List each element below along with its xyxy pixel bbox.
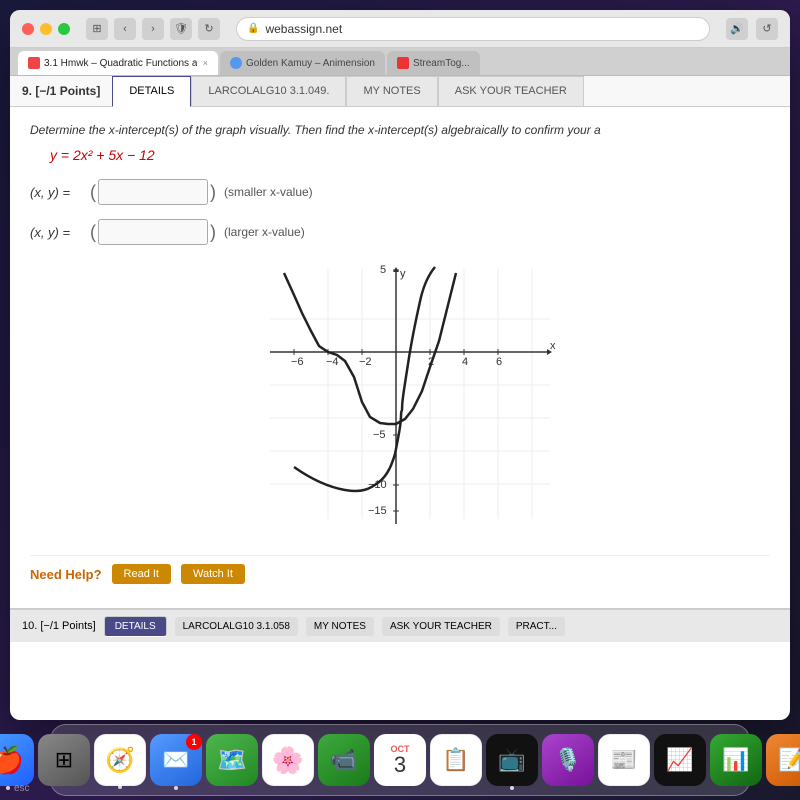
forward-button[interactable]: ›	[142, 18, 164, 40]
calendar-icon: OCT 3	[374, 734, 426, 786]
reload-button[interactable]: ↺	[756, 18, 778, 40]
back-button[interactable]: ‹	[114, 18, 136, 40]
answer-label-2: (x, y) =	[30, 225, 90, 240]
svg-text:−15: −15	[368, 505, 387, 517]
answer-desc-smaller: (smaller x-value)	[224, 185, 313, 199]
browser-controls: ⊞ ‹ › 🛡 ↻	[86, 18, 220, 40]
equation-display: y = 2x² + 5x − 12	[50, 147, 770, 163]
desktop: ⊞ ‹ › 🛡 ↻ 🔒 webassign.net 🔊 ↺ 3.1 Hmwk –…	[0, 0, 800, 800]
address-bar[interactable]: 🔒 webassign.net	[236, 17, 710, 41]
dock-calendar[interactable]: OCT 3	[374, 734, 426, 786]
next-question-label: 10. [−/1 Points]	[22, 620, 96, 632]
dock-tv-dot	[510, 786, 514, 790]
audio-button[interactable]: 🔊	[726, 18, 748, 40]
next-tab-code[interactable]: LARCOLALG10 3.1.058	[175, 617, 298, 636]
dock-finder[interactable]: 🍎	[0, 734, 34, 786]
dock-news[interactable]: 📰	[598, 734, 650, 786]
next-tab-ask[interactable]: ASK YOUR TEACHER	[382, 617, 500, 636]
tab-close-webassign[interactable]: ×	[203, 58, 208, 68]
lock-icon: 🔒	[247, 23, 259, 34]
graph-container: −6 −4 −2 2 4	[30, 259, 770, 539]
minimize-button[interactable]	[40, 23, 52, 35]
maximize-button[interactable]	[58, 23, 70, 35]
tab-streamtog[interactable]: StreamTog...	[387, 51, 480, 75]
dock-mail[interactable]: ✉️ 1	[150, 734, 202, 786]
answer-label-1: (x, y) =	[30, 185, 90, 200]
tab-details[interactable]: DETAILS	[112, 76, 191, 107]
tab-course-code[interactable]: LARCOLALG10 3.1.049.	[191, 76, 346, 106]
tab-golden-kamuy[interactable]: Golden Kamuy – Animension	[220, 51, 385, 75]
dock-launchpad[interactable]: ⊞	[38, 734, 90, 786]
refresh-button[interactable]: ↻	[198, 18, 220, 40]
svg-text:−5: −5	[373, 429, 386, 441]
svg-text:−4: −4	[326, 356, 339, 368]
dock-facetime[interactable]: 📹	[318, 734, 370, 786]
close-paren-1: )	[210, 182, 216, 203]
wa-nav: 9. [−/1 Points] DETAILS LARCOLALG10 3.1.…	[10, 76, 790, 107]
next-tab-my-notes[interactable]: MY NOTES	[306, 617, 374, 636]
x-axis-label: x	[550, 340, 556, 352]
answer-input-smaller[interactable]	[98, 179, 208, 205]
traffic-lights	[22, 23, 70, 35]
svg-text:−2: −2	[359, 356, 372, 368]
dock-stocks[interactable]: 📈	[654, 734, 706, 786]
open-paren-2: (	[90, 222, 96, 243]
answer-desc-larger: (larger x-value)	[224, 225, 305, 239]
dock-photos[interactable]: 🌸	[262, 734, 314, 786]
shield-icon: 🛡	[170, 18, 192, 40]
dock-mail-dot	[174, 786, 178, 790]
parabola-graph: −6 −4 −2 2 4	[240, 259, 560, 539]
svg-text:−10: −10	[368, 479, 387, 491]
open-paren-1: (	[90, 182, 96, 203]
question-instruction: Determine the x-intercept(s) of the grap…	[30, 123, 770, 137]
dock-numbers[interactable]: 📊	[710, 734, 762, 786]
answer-input-larger[interactable]	[98, 219, 208, 245]
next-tab-practice[interactable]: PRACT...	[508, 617, 565, 636]
address-text: webassign.net	[265, 22, 342, 36]
mail-badge: 1	[186, 734, 202, 750]
tab-label-webassign: 3.1 Hmwk – Quadratic Functions and Mode.…	[44, 58, 197, 69]
tab-label-kamuy: Golden Kamuy – Animension	[246, 58, 375, 69]
dock-finder-dot	[6, 786, 10, 790]
content-area: 9. [−/1 Points] DETAILS LARCOLALG10 3.1.…	[10, 76, 790, 668]
close-button[interactable]	[22, 23, 34, 35]
window-manager-button[interactable]: ⊞	[86, 18, 108, 40]
next-tab-details[interactable]: DETAILS	[104, 616, 167, 637]
browser-window: ⊞ ‹ › 🛡 ↻ 🔒 webassign.net 🔊 ↺ 3.1 Hmwk –…	[10, 10, 790, 720]
tab-favicon-stream	[397, 57, 409, 69]
dock-reminders[interactable]: 📋	[430, 734, 482, 786]
read-it-button[interactable]: Read It	[112, 564, 171, 584]
esc-label: esc	[14, 783, 30, 794]
need-help-section: Need Help? Read It Watch It	[30, 555, 770, 592]
dock-podcasts[interactable]: 🎙️	[542, 734, 594, 786]
svg-text:6: 6	[496, 356, 502, 368]
y-axis-label: y	[400, 268, 406, 280]
close-paren-2: )	[210, 222, 216, 243]
dock-appletv[interactable]: 📺	[486, 734, 538, 786]
question-area: Determine the x-intercept(s) of the grap…	[10, 107, 790, 608]
question-number: 9. [−/1 Points]	[10, 76, 112, 106]
dock-safari-dot	[118, 785, 122, 789]
need-help-label: Need Help?	[30, 567, 102, 582]
next-question-strip: 10. [−/1 Points] DETAILS LARCOLALG10 3.1…	[10, 608, 790, 642]
dock-safari[interactable]: 🧭	[94, 734, 146, 786]
answer-row-larger: (x, y) = ( ) (larger x-value)	[30, 219, 770, 245]
tab-ask-teacher[interactable]: ASK YOUR TEACHER	[438, 76, 584, 106]
tab-label-stream: StreamTog...	[413, 58, 470, 69]
tab-webassign[interactable]: 3.1 Hmwk – Quadratic Functions and Mode.…	[18, 51, 218, 75]
dock-pages[interactable]: 📝	[766, 734, 800, 786]
browser-chrome: ⊞ ‹ › 🛡 ↻ 🔒 webassign.net 🔊 ↺	[10, 10, 790, 48]
dock-maps[interactable]: 🗺️	[206, 734, 258, 786]
dock: 🍎 ⊞ 🧭 ✉️ 1 🗺️ 🌸 📹	[50, 724, 750, 796]
watch-it-button[interactable]: Watch It	[181, 564, 245, 584]
svg-text:5: 5	[380, 264, 386, 276]
tab-bar: 3.1 Hmwk – Quadratic Functions and Mode.…	[10, 48, 790, 76]
svg-text:4: 4	[462, 356, 468, 368]
answer-row-smaller: (x, y) = ( ) (smaller x-value)	[30, 179, 770, 205]
tab-favicon-webassign	[28, 57, 40, 69]
tab-my-notes[interactable]: MY NOTES	[346, 76, 437, 106]
svg-text:−6: −6	[291, 356, 304, 368]
tab-favicon-kamuy	[230, 57, 242, 69]
